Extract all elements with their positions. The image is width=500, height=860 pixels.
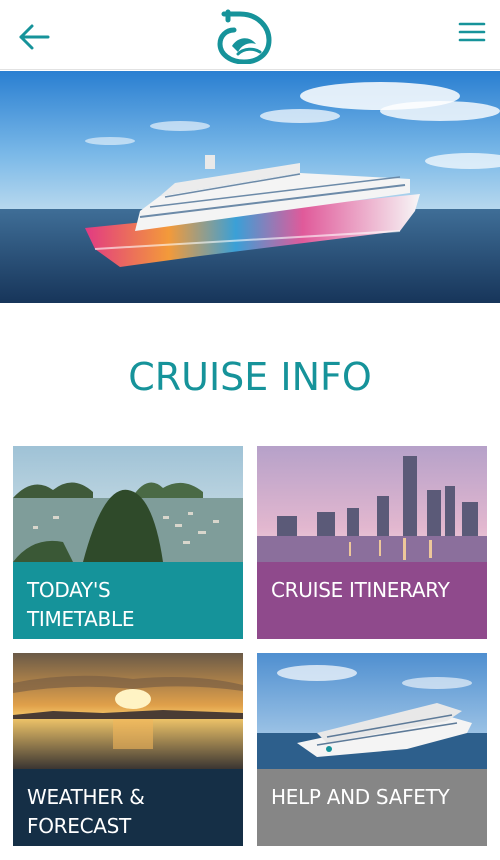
tile-image-ship [257, 653, 487, 769]
tile-band: CRUISE ITINERARY [257, 562, 487, 639]
tile-cruise-itinerary[interactable]: CRUISE ITINERARY [257, 446, 487, 639]
tile-label: TODAY'S TIMETABLE [27, 578, 135, 631]
tile-label: CRUISE ITINERARY [271, 578, 450, 602]
hamburger-menu-icon [458, 22, 486, 42]
tile-image-skyline [257, 446, 487, 562]
hero-image [0, 71, 500, 303]
menu-button[interactable] [456, 16, 488, 48]
tile-band: HELP AND SAFETY [257, 769, 487, 846]
tile-label: WEATHER & FORECAST [27, 785, 145, 838]
back-button[interactable] [16, 20, 52, 54]
top-bar [0, 0, 500, 70]
tile-band: TODAY'S TIMETABLE [13, 562, 243, 639]
tile-todays-timetable[interactable]: TODAY'S TIMETABLE [13, 446, 243, 639]
tile-label: HELP AND SAFETY [271, 785, 450, 809]
tile-image-sunset [13, 653, 243, 769]
tile-help-and-safety[interactable]: HELP AND SAFETY [257, 653, 487, 846]
tile-image-bay [13, 446, 243, 562]
cruise-logo-icon[interactable] [214, 8, 274, 65]
arrow-left-icon [19, 24, 50, 50]
tile-weather-forecast[interactable]: WEATHER & FORECAST [13, 653, 243, 846]
page-title: CRUISE INFO [128, 355, 372, 399]
tile-band: WEATHER & FORECAST [13, 769, 243, 846]
